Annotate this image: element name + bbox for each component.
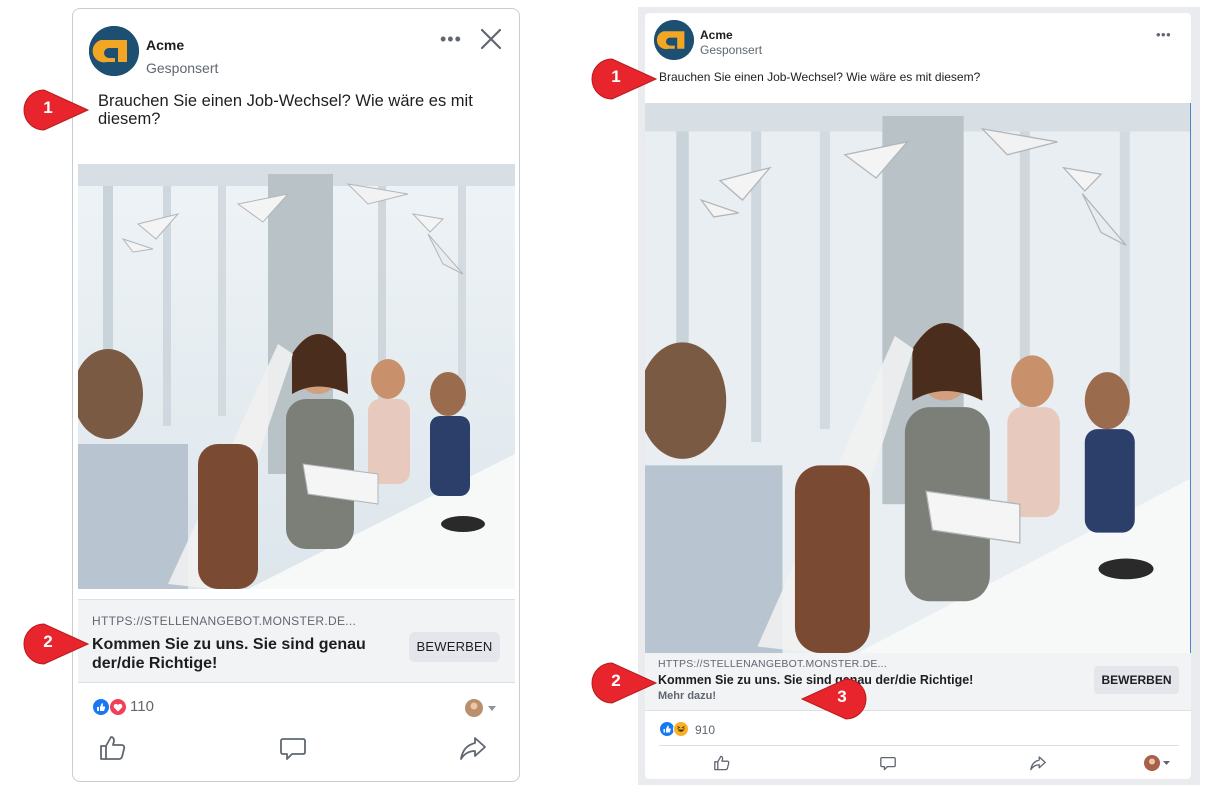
primary-text: Brauchen Sie einen Job-Wechsel? Wie wäre…	[98, 92, 473, 128]
callout-number: 1	[43, 98, 53, 117]
like-icon[interactable]	[713, 754, 731, 777]
acme-logo-icon	[89, 26, 139, 76]
more-options-icon[interactable]: •••	[440, 29, 462, 50]
reaction-count[interactable]: 910	[695, 723, 715, 737]
callout-marker: 1	[20, 87, 90, 133]
link-preview-bar[interactable]: HTTPS://STELLENANGEBOT.MONSTER.DE... Kom…	[78, 599, 515, 683]
page-name-link[interactable]: Acme	[146, 37, 184, 53]
acme-logo-icon	[654, 20, 694, 60]
image-border-edge	[1190, 103, 1191, 653]
callout-marker: 2	[588, 660, 658, 706]
reaction-icons[interactable]	[659, 721, 691, 742]
callout-marker: 2	[20, 621, 90, 667]
more-options-icon[interactable]: •••	[1156, 27, 1171, 42]
callout-number: 2	[611, 671, 621, 690]
sponsored-label: Gesponsert	[700, 43, 763, 57]
chevron-down-icon	[1163, 761, 1170, 765]
callout-marker: 3	[800, 676, 870, 722]
acme-logo-avatar[interactable]	[654, 20, 694, 60]
haha-reaction-icon	[673, 721, 689, 737]
primary-text: Brauchen Sie einen Job-Wechsel? Wie wäre…	[659, 70, 981, 84]
callout-number: 1	[611, 67, 621, 86]
callout-number: 2	[43, 632, 53, 651]
callout-marker: 1	[588, 56, 658, 102]
page-name-link[interactable]: Acme	[700, 28, 733, 42]
apply-button[interactable]: BEWERBEN	[409, 632, 500, 662]
mobile-ad-card: Acme Gesponsert ••• Brauchen Sie einen J…	[72, 8, 520, 782]
avatar-select[interactable]	[1143, 754, 1175, 777]
callout-number: 3	[837, 687, 847, 706]
link-domain: HTTPS://STELLENANGEBOT.MONSTER.DE...	[92, 614, 357, 628]
desktop-ad-card: Acme Gesponsert ••• Brauchen Sie einen J…	[638, 13, 1191, 779]
ad-image[interactable]	[638, 103, 1191, 653]
like-icon[interactable]	[98, 733, 128, 768]
link-preview-bar[interactable]: HTTPS://STELLENANGEBOT.MONSTER.DE... Kom…	[645, 653, 1191, 711]
comment-icon[interactable]	[278, 733, 308, 768]
acme-logo-avatar[interactable]	[89, 26, 139, 76]
close-icon[interactable]	[479, 27, 503, 51]
link-domain: HTTPS://STELLENANGEBOT.MONSTER.DE...	[658, 658, 887, 670]
reaction-count[interactable]: 110	[130, 698, 154, 715]
chevron-down-icon	[488, 706, 496, 711]
apply-button[interactable]: BEWERBEN	[1094, 666, 1179, 694]
ad-description: Mehr dazu!	[658, 690, 717, 702]
divider	[659, 745, 1179, 746]
reaction-icons[interactable]	[92, 698, 130, 721]
ad-image[interactable]	[73, 164, 515, 589]
share-icon[interactable]	[1029, 754, 1047, 777]
sponsored-label: Gesponsert	[146, 60, 219, 76]
avatar-select[interactable]	[464, 698, 500, 723]
ad-headline[interactable]: Kommen Sie zu uns. Sie sind genau der/di…	[92, 635, 392, 673]
comment-icon[interactable]	[879, 754, 897, 777]
share-icon[interactable]	[458, 733, 488, 768]
